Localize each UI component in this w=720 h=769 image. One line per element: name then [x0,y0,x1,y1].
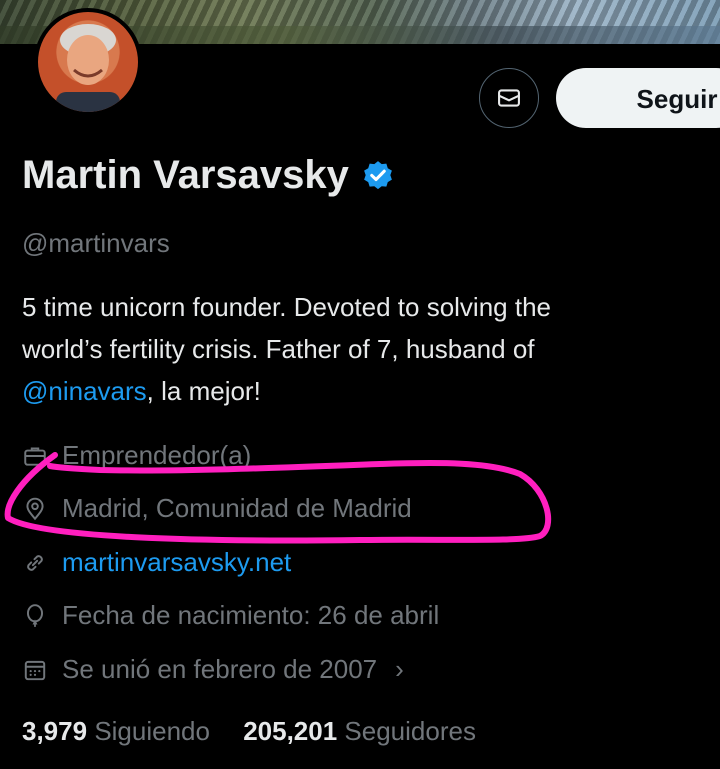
follow-button[interactable]: Seguir [556,68,720,128]
message-button[interactable] [479,68,539,128]
profession-text: Emprendedor(a) [62,440,252,470]
follow-stats: 3,979 Siguiendo 205,201 Seguidores [22,716,476,747]
envelope-icon [498,89,520,107]
profile-name-row: Martin Varsavsky [22,153,395,198]
website-link[interactable]: martinvarsavsky.net [62,547,291,578]
location-pin-icon [26,497,44,520]
followers-label: Seguidores [344,716,476,746]
joined-row[interactable]: Se unió en febrero de 2007 › [22,654,404,685]
location-text: Madrid, Comunidad de Madrid [62,493,412,523]
profile-handle: @martinvars [22,228,170,258]
calendar-icon [24,660,46,680]
website-row: martinvarsavsky.net [22,547,291,578]
bio-line-1: 5 time unicorn founder. Devoted to solvi… [22,292,551,322]
bio-line-2: world’s fertility crisis. Father of 7, h… [22,334,535,364]
avatar[interactable] [34,8,142,116]
followers-count: 205,201 [243,716,338,746]
bio-mention-link[interactable]: @ninavars [22,376,147,406]
briefcase-icon [24,446,46,466]
profile-name: Martin Varsavsky [22,153,349,197]
chevron-right-icon: › [395,654,404,684]
following-count: 3,979 [22,716,88,746]
following-label: Siguiendo [94,716,210,746]
link-icon [27,554,43,571]
profile-bio: 5 time unicorn founder. Devoted to solvi… [22,286,692,412]
following-stat[interactable]: 3,979 Siguiendo [22,716,210,746]
balloon-icon [26,603,44,627]
birthday-row: Fecha de nacimiento: 26 de abril [22,600,439,631]
bio-line-3: , la mejor! [146,376,261,406]
location-row: Madrid, Comunidad de Madrid [22,493,412,524]
verified-badge-icon[interactable] [361,159,395,193]
avatar-face [56,24,120,112]
birthday-text: Fecha de nacimiento: 26 de abril [62,600,440,630]
followers-stat[interactable]: 205,201 Seguidores [243,716,476,746]
joined-text: Se unió en febrero de 2007 [62,654,378,684]
profession-row: Emprendedor(a) [22,440,251,471]
